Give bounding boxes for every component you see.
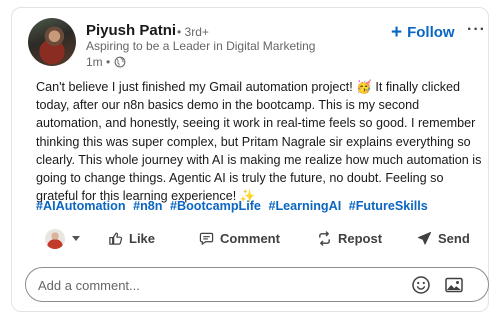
connection-degree: • 3rd+ <box>177 25 209 39</box>
send-icon <box>417 231 432 245</box>
comment-box <box>25 267 489 302</box>
comment-input[interactable] <box>38 276 398 294</box>
post-card: Piyush Patni • 3rd+ Aspiring to be a Lea… <box>11 7 489 312</box>
more-options-button[interactable]: ··· <box>467 21 486 39</box>
hashtag-list: #AIAutomation #n8n #BootcampLife #Learni… <box>36 199 432 213</box>
post-meta: 1m • <box>86 55 126 69</box>
hashtag-link[interactable]: #n8n <box>133 199 162 213</box>
repost-icon <box>319 231 330 246</box>
author-headline: Aspiring to be a Leader in Digital Marke… <box>86 39 316 53</box>
hashtag-link[interactable]: #AIAutomation <box>36 199 126 213</box>
comment-button[interactable]: Comment <box>199 231 280 246</box>
hashtag-link[interactable]: #LearningAI <box>268 199 341 213</box>
image-icon[interactable] <box>444 275 464 295</box>
send-label: Send <box>438 231 470 246</box>
social-action-bar: Like Comment Repost Send <box>42 229 482 251</box>
globe-icon <box>114 56 126 68</box>
author-name[interactable]: Piyush Patni <box>86 22 176 39</box>
repost-label: Repost <box>338 231 383 246</box>
post-line: today, after our n8n basics demo in the … <box>36 98 420 113</box>
follow-button[interactable]: + Follow <box>391 22 455 43</box>
post-body: Can't believe I just finished my Gmail a… <box>36 78 492 205</box>
like-label: Like <box>129 231 156 246</box>
comment-label: Comment <box>220 231 280 246</box>
post-line: Can't believe I just finished my Gmail a… <box>36 80 461 94</box>
author-avatar[interactable] <box>28 18 76 66</box>
post-time: 1m • <box>86 55 111 69</box>
hashtag-link[interactable]: #FutureSkills <box>349 199 428 213</box>
chevron-down-icon[interactable] <box>72 236 80 241</box>
comment-icon <box>199 232 214 245</box>
plus-icon: + <box>391 22 403 43</box>
repost-button[interactable]: Repost <box>317 231 382 246</box>
like-button[interactable]: Like <box>108 231 155 246</box>
send-button[interactable]: Send <box>417 231 470 246</box>
post-line: thinking this was super complex, but Pri… <box>36 134 471 149</box>
hashtag-link[interactable]: #BootcampLife <box>170 199 261 213</box>
post-line: going to change things. Agentic AI is tr… <box>36 171 444 186</box>
post-line: automation, and honestly, seeing it work… <box>36 116 476 131</box>
thumbs-up-icon <box>109 232 123 245</box>
emoji-icon[interactable] <box>411 275 431 295</box>
follow-label: Follow <box>407 24 455 41</box>
reactor-avatar[interactable] <box>45 229 65 249</box>
post-line: clearly. This whole journey with AI is m… <box>36 152 482 167</box>
